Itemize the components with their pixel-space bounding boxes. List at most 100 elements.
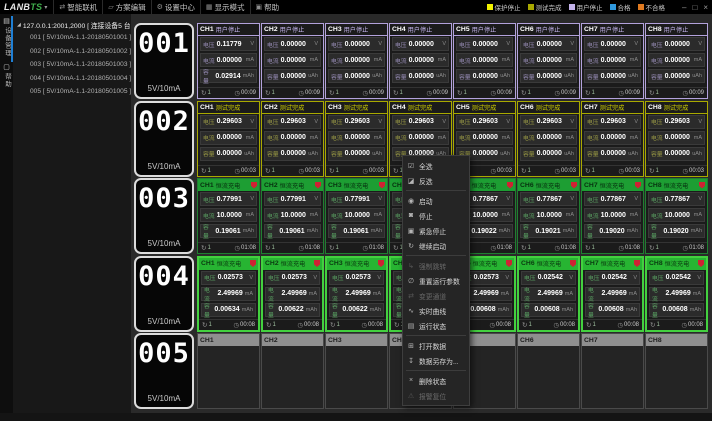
channel-status: 测试完成 [600,103,625,112]
channel-card-ch3[interactable]: CH3测试完成电压0.29603V电流0.00000mA容量0.00000uAh… [325,101,388,177]
voltage-value: 0.77991 [217,196,242,203]
channel-card-ch7[interactable]: CH7恒流充电电压0.77867V电流10.0000mA容量0.19020mAh… [581,178,644,254]
context-menu-item-realtime-curve[interactable]: ∿实时曲线 [403,303,469,318]
channel-card-ch1[interactable]: CH1用户停止电压0.11779V电流0.00000mA容量0.02914mAh… [197,23,260,99]
channel-name: CH4 [392,104,406,111]
elapsed-time: ◷00:03 [554,167,576,175]
channel-card-ch3[interactable]: CH3 [325,333,388,409]
context-menu-item-open-data[interactable]: ⊞打开数据 [403,338,469,353]
tree-device-node[interactable]: 002 [ 5V/10mA-1.1-20180501002 ] [17,45,129,59]
channel-card-ch8[interactable]: CH8测试完成电压0.29603V电流0.00000mA容量0.00000uAh… [645,101,708,177]
time-value: 01:08 [561,245,576,251]
field-label: 容量 [267,222,277,240]
clock-icon: ◷ [682,89,688,97]
context-menu-item-emergency-stop[interactable]: ▣紧急停止 [403,223,469,238]
menubar-item-settings-center[interactable]: ⚙设置中心 [151,0,200,14]
field-label: 容量 [331,149,343,158]
tree-device-node[interactable]: 003 [ 5V/10mA-1.1-20180501003 ] [17,58,129,72]
capacity-field: 容量0.00634mAh [201,303,256,317]
channel-card-header: CH2恒流充电 [263,258,322,270]
voltage-field: 电压0.77867V [648,192,705,206]
context-menu-item-run-status[interactable]: ▤运行状态 [403,318,469,333]
tree-device-node[interactable]: 001 [ 5V/10mA-1.1-20180501001 ] [17,31,129,45]
channel-card-ch4[interactable]: CH4用户停止电压0.00000V电流0.00000mA容量0.00000uAh… [389,23,452,99]
context-menu-item-stop[interactable]: ◙停止 [403,208,469,223]
close-button[interactable]: × [703,3,708,12]
current-unit: mA [566,57,574,63]
channel-status: 用户停止 [536,25,561,34]
capacity-unit: mAh [306,307,317,313]
voltage-unit: V [698,196,702,202]
channel-card-ch2[interactable]: CH2 [261,333,324,409]
device-manage-tab[interactable]: ▤设备管理 [2,17,12,57]
channel-card-ch1[interactable]: CH1恒流充电电压0.77991V电流10.0000mA容量0.19061mAh… [197,178,260,254]
clock-icon: ◷ [234,244,240,252]
menubar-item-smart-link[interactable]: ⇄智能联机 [53,0,102,14]
capacity-unit: uAh [692,151,702,157]
channel-card-ch2[interactable]: CH2测试完成电压0.29603V电流0.00000mA容量0.00000uAh… [261,101,324,177]
channel-card-ch3[interactable]: CH3恒流充电电压0.02573V电流2.49969mA容量0.00622mAh… [325,256,388,332]
legend-label: 不合格 [646,2,666,12]
context-menu-item-invert-selection[interactable]: ◪反选 [403,173,469,188]
channel-card-ch3[interactable]: CH3恒流充电电压0.77991V电流10.0000mA容量0.19061mAh… [325,178,388,254]
tree-expand-icon[interactable]: ◢ [17,22,21,28]
context-menu-item-continue-start[interactable]: ↻继续启动 [403,238,469,253]
context-menu-item-save-data-as[interactable]: ↧数据另存为... [403,353,469,368]
capacity-unit: uAh [500,73,510,79]
channel-card-ch3[interactable]: CH3用户停止电压0.00000V电流0.00000mA容量0.00000uAh… [325,23,388,99]
field-label: 电压 [203,117,215,126]
context-menu-item-start[interactable]: ◉启动 [403,193,469,208]
context-menu: ☑全选◪反选◉启动◙停止▣紧急停止↻继续启动↳强制跳转∅重置运行参数⇄变更通道∿… [402,155,470,406]
channel-card-header: CH7用户停止 [582,24,643,36]
channel-card-ch1[interactable]: CH1 [197,333,260,409]
channel-card-ch8[interactable]: CH8恒流充电电压0.02542V电流2.49969mA容量0.00608mAh… [645,256,708,332]
channel-status: 测试完成 [408,103,433,112]
voltage-field: 电压0.00000V [328,37,385,51]
context-menu-item-reset-run-params[interactable]: ∅重置运行参数 [403,273,469,288]
current-field: 电流0.00000mA [456,53,513,67]
channel-card-ch7[interactable]: CH7用户停止电压0.00000V电流0.00000mA容量0.00000uAh… [581,23,644,99]
context-menu-item-select-all[interactable]: ☑全选 [403,158,469,173]
tree-root-node[interactable]: ◢ 127.0.0.1:2001,2000 [ 连接设备5 台 ] [17,18,129,31]
channel-card-ch6[interactable]: CH6恒流充电电压0.02542V电流2.49969mA容量0.00608mAh… [517,256,580,332]
loop-icon: ↻ [586,321,591,329]
channel-card-ch5[interactable]: CH5用户停止电压0.00000V电流0.00000mA容量0.00000uAh… [453,23,516,99]
loop-icon: ↻ [457,89,462,97]
tree-device-node[interactable]: 004 [ 5V/10mA-1.1-20180501004 ] [17,72,129,86]
loop-icon: ↻ [650,321,655,329]
elapsed-time: ◷01:08 [298,244,320,252]
current-unit: mA [501,291,509,297]
channel-card-ch7[interactable]: CH7恒流充电电压0.02542V电流2.49969mA容量0.00608mAh… [581,256,644,332]
menubar-item-help[interactable]: ▣帮助 [250,0,285,14]
field-label: 电流 [459,133,471,142]
channel-card-ch6[interactable]: CH6恒流充电电压0.77867V电流10.0000mA容量0.19021mAh… [517,178,580,254]
help-tab[interactable]: ▢帮助 [2,63,12,88]
menubar-item-display-mode[interactable]: ▦显示模式 [200,0,250,14]
channel-fields: 电压0.02542V电流2.49969mA容量0.00608mAh [647,270,706,319]
channel-card-ch8[interactable]: CH8 [645,333,708,409]
context-menu-item-delete-status[interactable]: ×删除状态 [403,373,469,388]
channel-card-ch7[interactable]: CH7 [581,333,644,409]
channel-card-ch6[interactable]: CH6用户停止电压0.00000V电流0.00000mA容量0.00000uAh… [517,23,580,99]
channel-card-ch8[interactable]: CH8恒流充电电压0.77867V电流10.0000mA容量0.19020mAh… [645,178,708,254]
tree-device-node[interactable]: 005 [ 5V/10mA-1.1-20180501005 ] [17,85,129,99]
restore-button[interactable]: □ [692,3,697,12]
channel-card-ch1[interactable]: CH1恒流充电电压0.02573V电流2.49969mA容量0.00634mAh… [197,256,260,332]
logo-caret-icon[interactable]: ▾ [44,4,47,11]
channel-card-ch2[interactable]: CH2恒流充电电压0.02573V电流2.49969mA容量0.00622mAh… [261,256,324,332]
channel-card-ch1[interactable]: CH1测试完成电压0.29603V电流0.00000mA容量0.00000uAh… [197,101,260,177]
elapsed-time: ◷00:09 [682,89,704,97]
channel-card-ch8[interactable]: CH8用户停止电压0.00000V电流0.00000mA容量0.00000uAh… [645,23,708,99]
channel-card-ch7[interactable]: CH7测试完成电压0.29603V电流0.00000mA容量0.00000uAh… [581,101,644,177]
time-value: 00:08 [496,322,511,328]
elapsed-time: ◷00:09 [554,89,576,97]
channel-card-ch6[interactable]: CH6 [517,333,580,409]
context-menu-item-change-channel: ⇄变更通道 [403,288,469,303]
channel-card-ch6[interactable]: CH6测试完成电压0.29603V电流0.00000mA容量0.00000uAh… [517,101,580,177]
menubar-item-plan-edit[interactable]: ▱方案编辑 [102,0,150,14]
clock-icon: ◷ [490,89,496,97]
channel-card-ch2[interactable]: CH2用户停止电压0.00000V电流0.00000mA容量0.00000uAh… [261,23,324,99]
channel-card-ch2[interactable]: CH2恒流充电电压0.77991V电流10.0000mA容量0.19061mAh… [261,178,324,254]
channel-fields: 电压0.02573V电流2.49969mA容量0.00622mAh [327,270,386,319]
minimize-button[interactable]: – [682,3,686,12]
